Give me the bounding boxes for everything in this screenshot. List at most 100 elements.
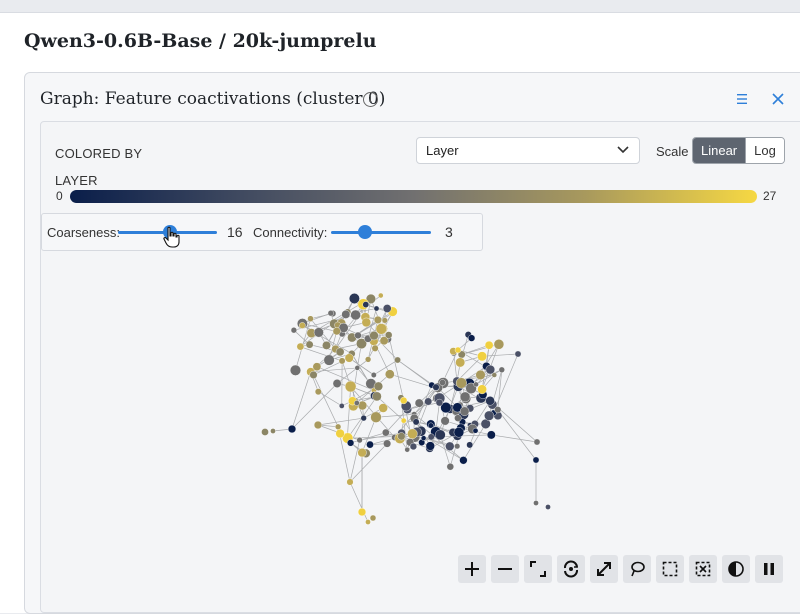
graph-node[interactable] <box>372 392 381 401</box>
graph-node[interactable] <box>379 404 388 413</box>
graph-node[interactable] <box>407 429 417 439</box>
graph-node[interactable] <box>441 417 450 426</box>
deselect-button[interactable] <box>689 555 717 583</box>
graph-node[interactable] <box>291 327 297 333</box>
graph-node[interactable] <box>328 310 334 316</box>
graph-node[interactable] <box>358 508 366 516</box>
graph-node[interactable] <box>314 421 322 429</box>
box-select-button[interactable] <box>656 555 684 583</box>
zoom-out-button[interactable] <box>491 555 519 583</box>
graph-node[interactable] <box>454 427 464 437</box>
graph-node[interactable] <box>456 378 467 389</box>
graph-node[interactable] <box>395 357 401 363</box>
graph-node[interactable] <box>339 358 345 364</box>
graph-node[interactable] <box>374 382 383 391</box>
graph-node[interactable] <box>474 382 479 387</box>
graph-node[interactable] <box>382 429 389 436</box>
zoom-in-button[interactable] <box>458 555 486 583</box>
graph-node[interactable] <box>533 457 539 463</box>
graph-node[interactable] <box>439 380 445 386</box>
graph-node[interactable] <box>347 440 354 447</box>
scale-linear-button[interactable]: Linear <box>693 138 745 163</box>
rotate-button[interactable] <box>557 555 585 583</box>
graph-node[interactable] <box>363 302 369 308</box>
graph-node[interactable] <box>428 434 434 440</box>
graph-node[interactable] <box>270 428 275 433</box>
graph-node[interactable] <box>335 424 341 430</box>
graph-node[interactable] <box>345 354 354 363</box>
fit-view-button[interactable] <box>524 555 552 583</box>
graph-node[interactable] <box>425 398 432 405</box>
graph-node[interactable] <box>314 328 324 338</box>
graph-node[interactable] <box>383 440 391 448</box>
graph-node[interactable] <box>336 348 344 356</box>
graph-node[interactable] <box>515 351 521 357</box>
graph-node[interactable] <box>405 447 410 452</box>
graph-node[interactable] <box>487 431 495 439</box>
graph-node[interactable] <box>324 355 335 366</box>
graph-node[interactable] <box>374 306 379 311</box>
graph-node[interactable] <box>358 448 367 457</box>
graph-node[interactable] <box>460 392 470 402</box>
graph-node[interactable] <box>313 363 321 371</box>
graph-node[interactable] <box>494 339 504 349</box>
scale-log-button[interactable]: Log <box>745 138 784 163</box>
graph-node[interactable] <box>297 343 304 350</box>
graph-node[interactable] <box>290 365 301 376</box>
graph-node[interactable] <box>299 322 305 328</box>
graph-node[interactable] <box>378 293 383 298</box>
graph-node[interactable] <box>351 310 361 320</box>
graph-node[interactable] <box>355 332 362 339</box>
graph-node[interactable] <box>413 419 419 425</box>
graph-node[interactable] <box>366 441 373 448</box>
close-icon[interactable] <box>771 92 785 106</box>
graph-node[interactable] <box>333 327 341 335</box>
graph-node[interactable] <box>383 304 391 312</box>
graph-node[interactable] <box>473 428 478 433</box>
graph-node[interactable] <box>460 456 468 464</box>
graph-node[interactable] <box>433 384 440 391</box>
graph-node[interactable] <box>308 316 314 322</box>
graph-node[interactable] <box>370 515 376 521</box>
graph-node[interactable] <box>288 425 296 433</box>
graph-node[interactable] <box>478 385 487 394</box>
graph-node[interactable] <box>454 415 461 422</box>
graph-node[interactable] <box>401 418 406 423</box>
graph-node[interactable] <box>333 379 341 387</box>
graph-node[interactable] <box>370 331 379 340</box>
graph-node[interactable] <box>315 389 321 395</box>
graph-node[interactable] <box>476 370 486 380</box>
graph-node[interactable] <box>347 479 354 486</box>
graph-node[interactable] <box>495 406 502 413</box>
graph-node[interactable] <box>371 372 376 377</box>
graph-node[interactable] <box>454 443 460 449</box>
graph-node[interactable] <box>485 341 493 349</box>
info-icon[interactable]: i <box>363 92 378 107</box>
graph-node[interactable] <box>477 352 486 361</box>
graph-node[interactable] <box>362 318 371 327</box>
coactivation-graph[interactable] <box>40 250 800 550</box>
graph-node[interactable] <box>436 399 443 406</box>
graph-node[interactable] <box>371 412 382 423</box>
graph-node[interactable] <box>372 345 379 352</box>
graph-node[interactable] <box>456 358 465 367</box>
menu-icon[interactable] <box>735 93 749 105</box>
graph-node[interactable] <box>415 399 423 407</box>
connectivity-slider-thumb[interactable] <box>358 225 372 239</box>
graph-node[interactable] <box>545 504 550 509</box>
graph-node[interactable] <box>342 310 350 318</box>
graph-node[interactable] <box>447 463 454 470</box>
graph-node[interactable] <box>374 316 382 324</box>
graph-node[interactable] <box>349 293 359 303</box>
graph-node[interactable] <box>445 442 454 451</box>
graph-node[interactable] <box>385 332 392 339</box>
graph-node[interactable] <box>385 370 394 379</box>
graph-node[interactable] <box>322 341 330 349</box>
graph-node[interactable] <box>382 318 388 324</box>
graph-node[interactable] <box>460 407 469 416</box>
graph-node[interactable] <box>484 411 494 421</box>
graph-node[interactable] <box>467 442 473 448</box>
graph-node[interactable] <box>310 371 318 379</box>
graph-node[interactable] <box>354 400 359 405</box>
graph-node[interactable] <box>486 396 495 405</box>
